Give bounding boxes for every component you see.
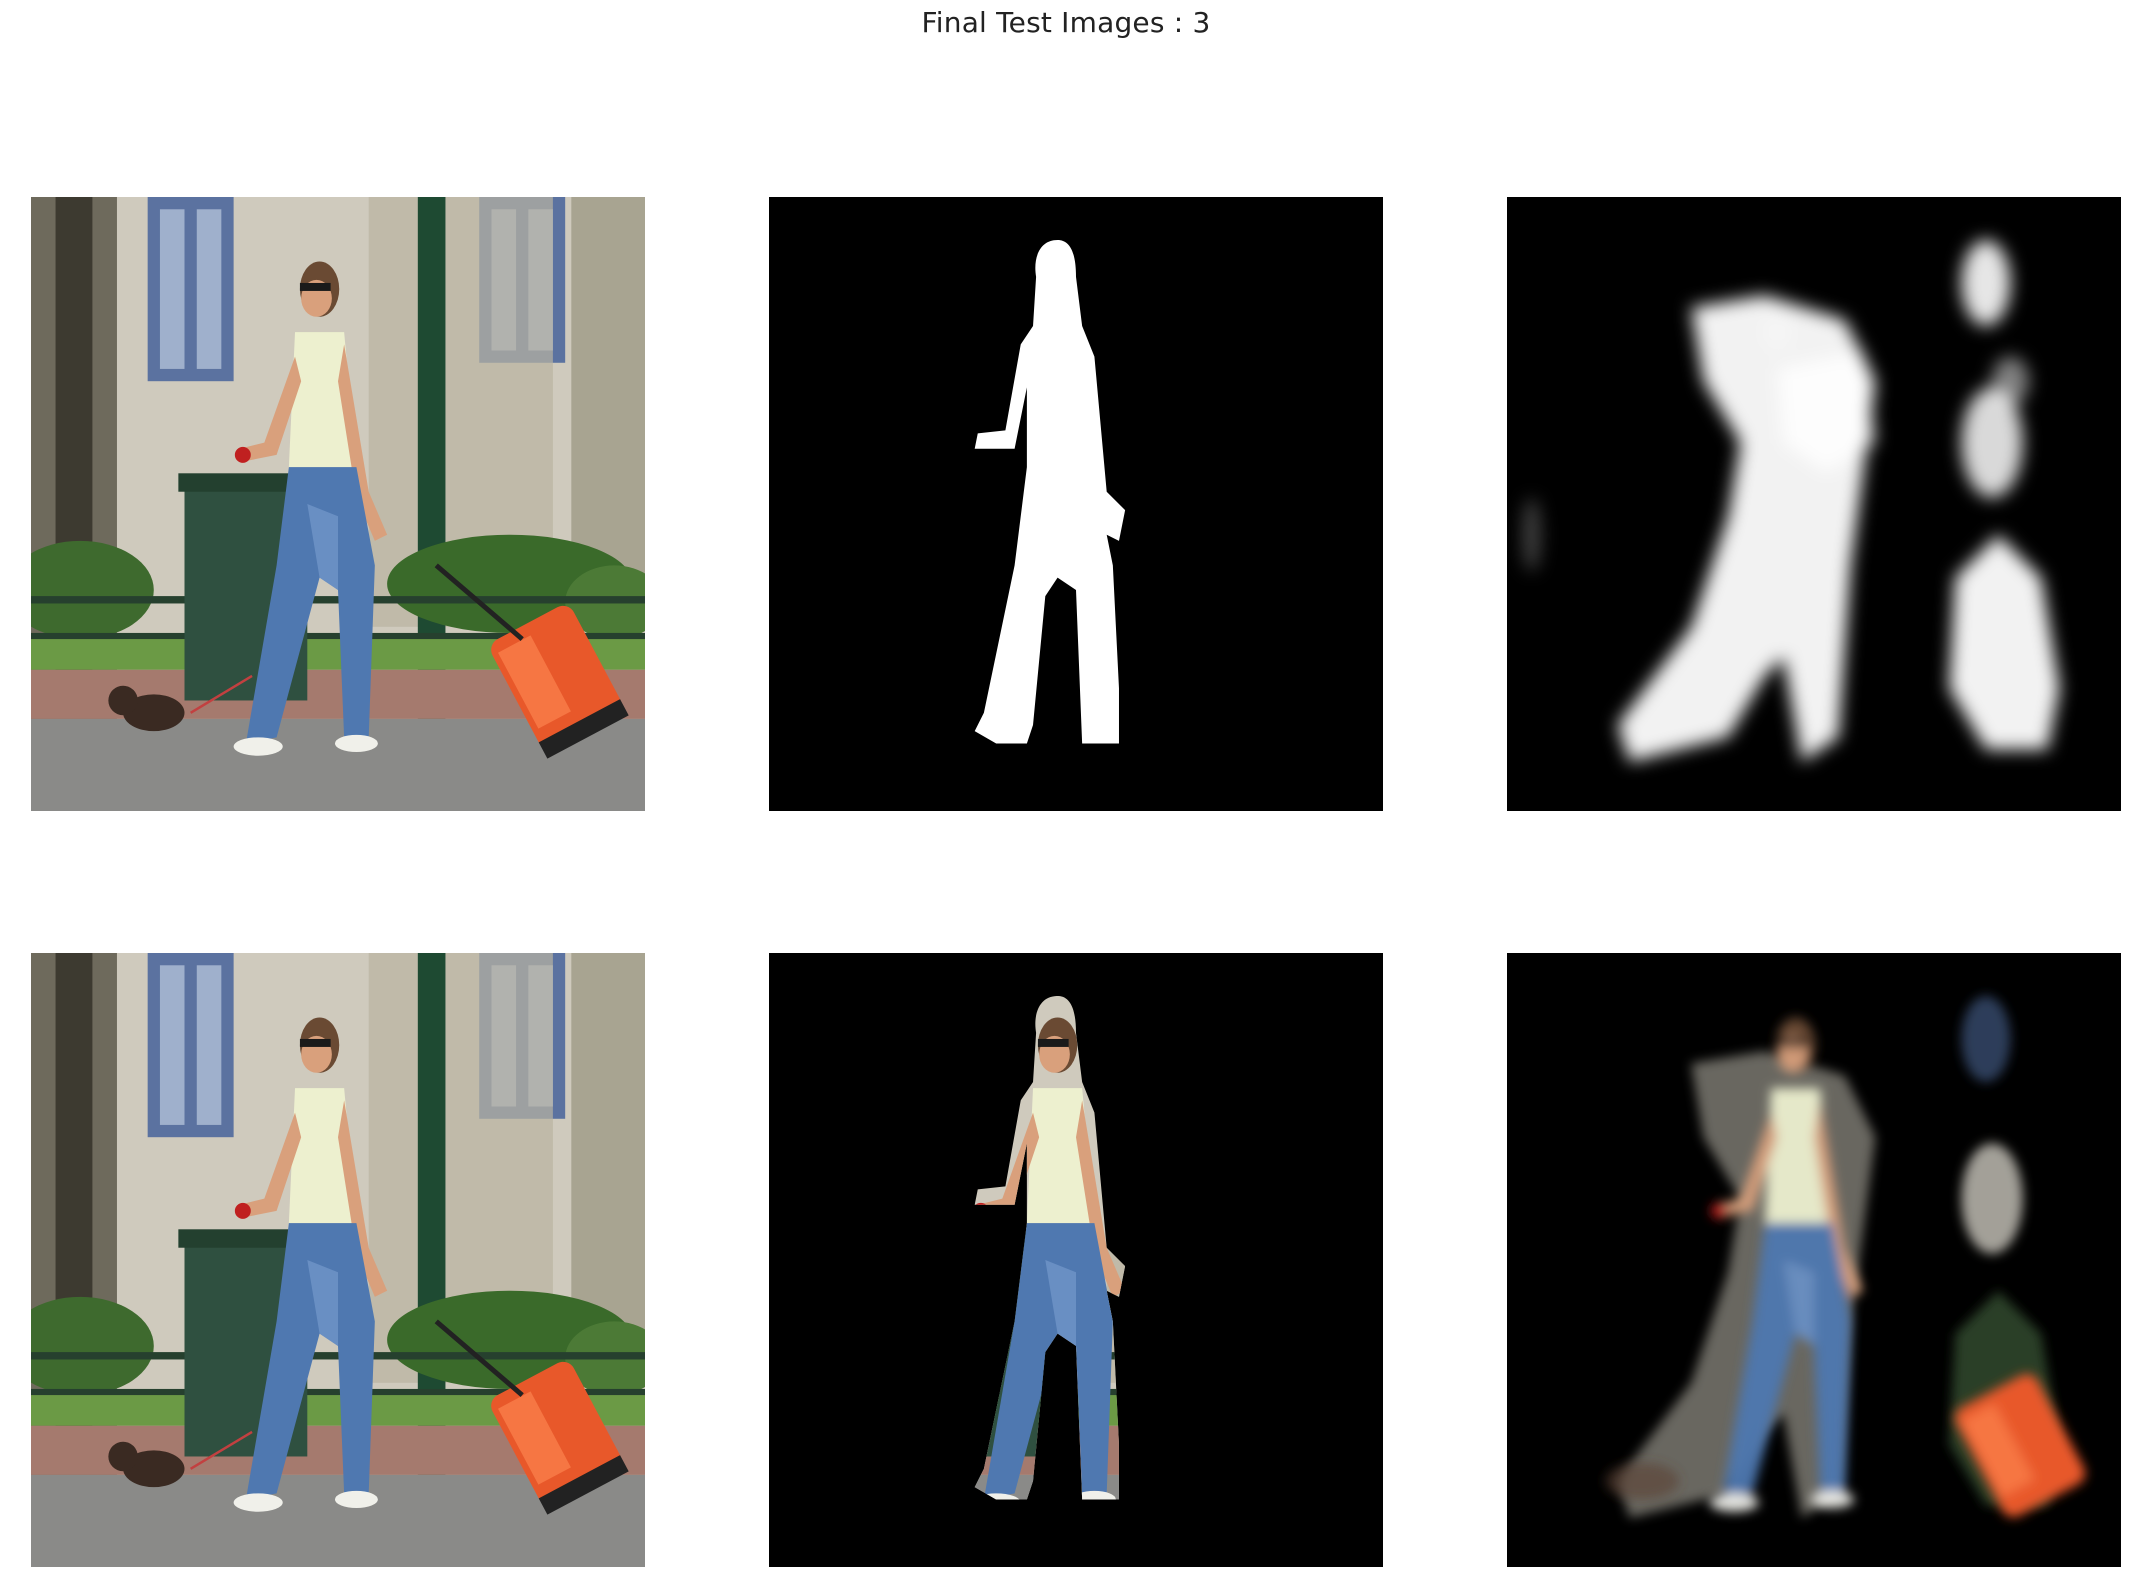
ground-truth-mask <box>769 197 1383 811</box>
predicted-masked-photo <box>1507 953 2121 1567</box>
ground-truth-masked-photo <box>769 953 1383 1567</box>
figure-title: Final Test Images : 3 <box>921 6 1211 39</box>
predicted-mask <box>1507 197 2121 811</box>
input-photo-row1 <box>31 197 645 811</box>
input-photo-row2 <box>31 953 645 1567</box>
